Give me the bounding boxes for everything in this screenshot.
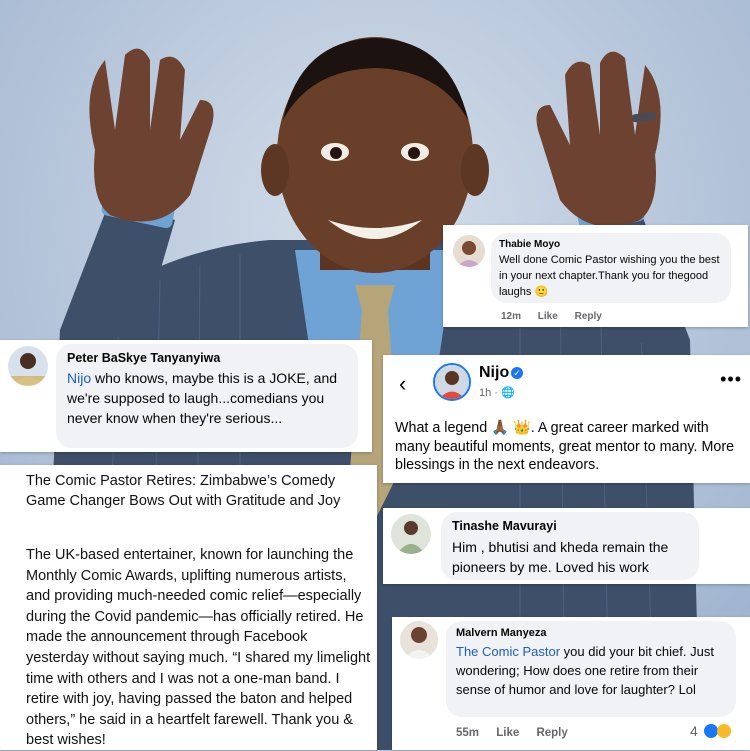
comment-actions: 12m Like Reply xyxy=(501,311,616,322)
commenter-name[interactable]: Malvern Manyeza xyxy=(456,627,726,639)
reply-button[interactable]: Reply xyxy=(536,727,567,739)
reaction-count: 4 xyxy=(690,723,698,739)
comment-text: The Comic Pastor you did your bit chief.… xyxy=(456,642,726,699)
commenter-name[interactable]: Peter BaSkye Tanyanyiwa xyxy=(67,351,347,365)
post-author[interactable]: Nijo xyxy=(479,364,509,382)
avatar[interactable] xyxy=(433,363,471,401)
like-button[interactable]: Like xyxy=(538,311,558,322)
post-time[interactable]: 1h · 🌐 xyxy=(479,386,515,399)
avatar[interactable] xyxy=(391,514,431,554)
like-reaction-icon xyxy=(703,724,718,738)
post-text: What a legend 🙏🏾 👑. A great career marke… xyxy=(395,420,735,473)
comment-bubble: Peter BaSkye Tanyanyiwa Nijo who knows, … xyxy=(56,344,358,448)
commenter-name[interactable]: Thabie Moyo xyxy=(499,239,723,250)
comment-card-tinashe: Tinashe Mavurayi Him , bhutisi and kheda… xyxy=(383,508,750,584)
comment-text: Well done Comic Pastor wishing you the b… xyxy=(499,254,720,298)
comment-text: Him , bhutisi and kheda remain the pione… xyxy=(452,539,669,575)
haha-reaction-icon xyxy=(716,724,731,738)
comment-card-thabie: Thabie Moyo Well done Comic Pastor wishi… xyxy=(443,225,748,327)
chevron-left-icon[interactable]: ‹ xyxy=(399,371,406,397)
comment-bubble: Thabie Moyo Well done Comic Pastor wishi… xyxy=(491,233,731,303)
comment-bubble: Tinashe Mavurayi Him , bhutisi and kheda… xyxy=(441,512,699,580)
article-body: The UK-based entertainer, known for laun… xyxy=(26,547,371,749)
comment-bubble: Malvern Manyeza The Comic Pastor you did… xyxy=(446,621,736,717)
reply-button[interactable]: Reply xyxy=(575,311,602,322)
avatar[interactable] xyxy=(400,621,438,659)
comment-time: 12m xyxy=(501,311,522,322)
more-options-icon[interactable]: ••• xyxy=(720,369,742,390)
post-card-nijo: ‹ Nijo ✓ 1h · 🌐 ••• What a legend 🙏🏾 👑. … xyxy=(383,355,750,483)
article-title: The Comic Pastor Retires: Zimbabwe’s Com… xyxy=(26,473,341,509)
comment-time: 55m xyxy=(456,727,480,739)
mention-link[interactable]: Nijo xyxy=(67,370,91,386)
reaction-summary[interactable]: 4 xyxy=(690,723,731,739)
comment-actions: 55m Like Reply xyxy=(456,727,582,739)
comment-body: who knows, maybe this is a JOKE, and we'… xyxy=(67,370,338,426)
avatar[interactable] xyxy=(453,235,485,267)
commenter-name[interactable]: Tinashe Mavurayi xyxy=(452,519,688,533)
article-card: The Comic Pastor Retires: Zimbabwe’s Com… xyxy=(0,465,377,750)
comment-card-peter: Peter BaSkye Tanyanyiwa Nijo who knows, … xyxy=(0,340,372,452)
avatar[interactable] xyxy=(8,346,48,386)
comment-text: Nijo who knows, maybe this is a JOKE, an… xyxy=(67,368,347,428)
verified-badge-icon: ✓ xyxy=(511,367,523,379)
like-button[interactable]: Like xyxy=(496,727,519,739)
comment-card-malvern: Malvern Manyeza The Comic Pastor you did… xyxy=(392,617,750,750)
mention-link[interactable]: The Comic Pastor xyxy=(456,644,560,659)
